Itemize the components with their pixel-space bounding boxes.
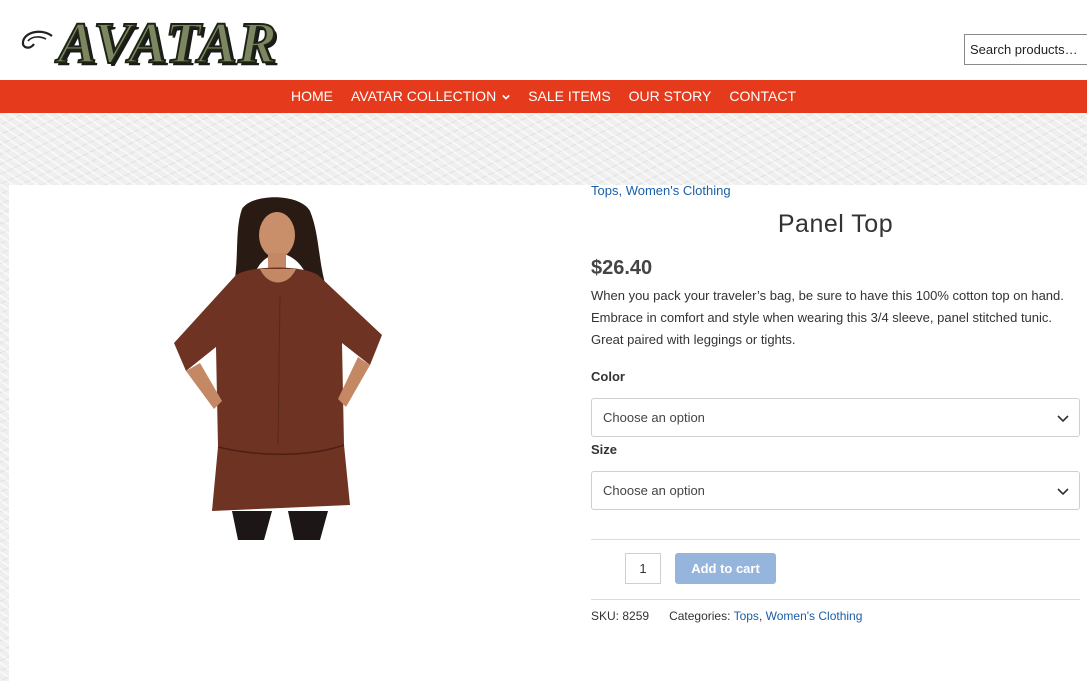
color-select[interactable]: Choose an option [591,398,1080,437]
logo-wordmark: AVATAR [57,10,278,75]
nav-item-home[interactable]: HOME [282,80,342,113]
size-select-value: Choose an option [603,483,705,498]
nav-item-label: AVATAR COLLECTION [350,88,497,104]
product-image[interactable] [160,195,400,540]
size-label: Size [591,442,618,457]
chevron-down-icon [502,94,510,100]
nav-item-our-story[interactable]: OUR STORY [620,80,721,113]
categories-label: Categories: [669,609,731,623]
add-to-cart-button[interactable]: Add to cart [675,553,776,584]
product-meta: SKU: 8259 Categories: Tops, Women's Clot… [591,609,863,623]
nav-item-sale-items[interactable]: SALE ITEMS [519,80,619,113]
divider [591,599,1080,600]
product-description: When you pack your traveler’s bag, be su… [591,288,1064,347]
site-logo[interactable]: AVATAR [20,10,310,75]
divider [591,539,1080,540]
category-link-womens-clothing[interactable]: Women's Clothing [626,183,731,198]
swirl-icon [21,30,53,49]
nav-item-avatar-collection[interactable]: AVATAR COLLECTION [342,80,519,113]
search-input[interactable] [964,34,1087,65]
size-select[interactable]: Choose an option [591,471,1080,510]
nav-item-label: SALE ITEMS [528,88,611,104]
color-label: Color [591,369,625,384]
category-link-tops[interactable]: Tops [591,183,618,198]
sku-label: SKU: [591,609,620,623]
nav-item-label: CONTACT [729,88,797,104]
main-nav: HOME AVATAR COLLECTION SALE ITEMS OUR ST… [0,80,1087,113]
nav-item-contact[interactable]: CONTACT [720,80,805,113]
nav-item-label: HOME [290,88,333,104]
quantity-input[interactable] [625,553,661,584]
product-title: Panel Top [777,210,894,238]
site-header: AVATAR [0,0,1087,80]
nav-item-label: OUR STORY [628,88,712,104]
product-price: $26.40 [591,257,653,279]
color-select-value: Choose an option [603,410,705,425]
sku-value: 8259 [622,609,650,623]
chevron-down-icon [1057,488,1069,496]
category-link-tops[interactable]: Tops [734,609,759,623]
chevron-down-icon [1057,415,1069,423]
category-link-womens-clothing[interactable]: Women's Clothing [766,609,863,623]
product-categories-top: Tops, Women's Clothing [591,183,731,198]
